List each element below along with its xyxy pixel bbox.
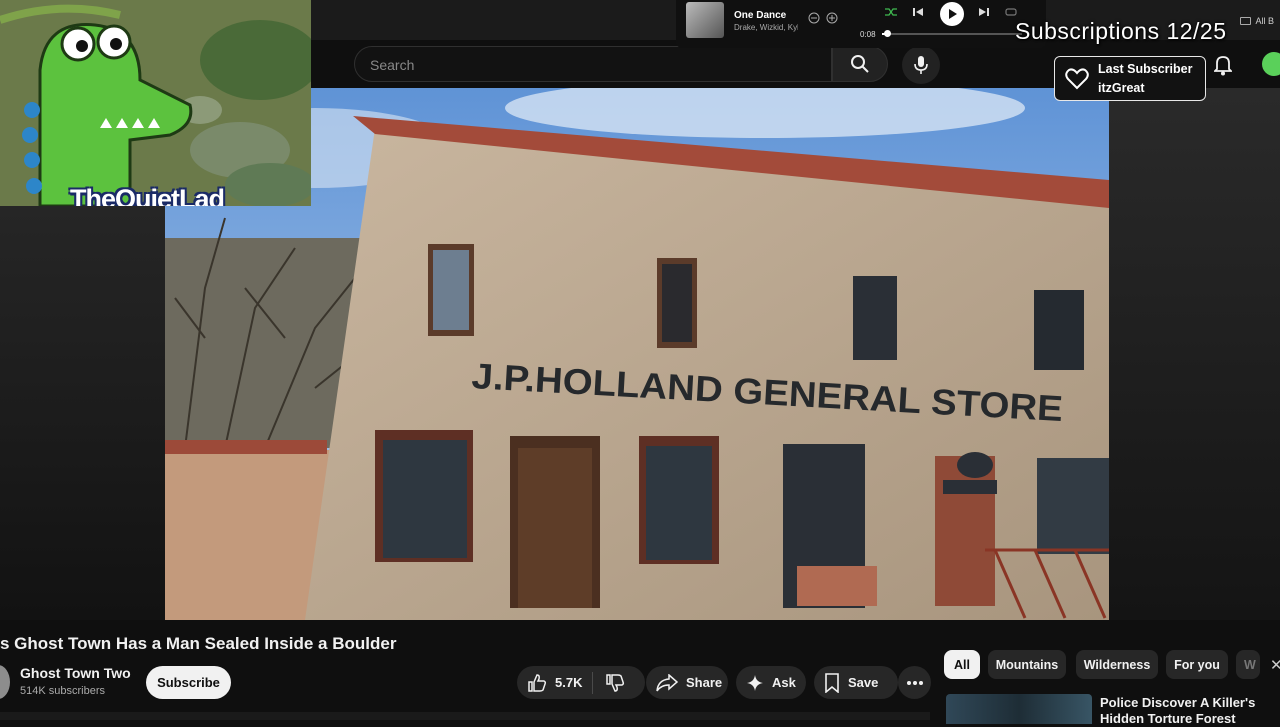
description-edge xyxy=(0,712,930,720)
music-player: One Dance Drake, Wizkid, Kyla 0:08 xyxy=(676,0,1046,48)
notifications-bell-icon[interactable] xyxy=(1212,54,1234,81)
chip-all[interactable]: All xyxy=(944,650,980,679)
sparkle-icon xyxy=(747,674,763,691)
channel-avatar[interactable] xyxy=(0,665,10,699)
save-button[interactable]: Save xyxy=(814,666,898,699)
video-title: s Ghost Town Has a Man Sealed Inside a B… xyxy=(0,634,397,653)
last-subscriber-card: Last Subscriber itzGreat xyxy=(1054,56,1206,101)
subscribe-button[interactable]: Subscribe xyxy=(146,666,231,699)
chip-wilderness[interactable]: Wilderness xyxy=(1076,650,1158,679)
chip-partial[interactable]: W xyxy=(1236,650,1260,679)
share-label: Share xyxy=(686,675,723,690)
channel-subscriber-count: 514K subscribers xyxy=(20,685,105,697)
thumbs-up-icon xyxy=(528,673,547,692)
search-button[interactable] xyxy=(832,46,888,82)
play-icon xyxy=(949,9,957,19)
bookmark-folder[interactable]: All B xyxy=(1240,16,1274,26)
folder-icon xyxy=(1240,17,1252,25)
heart-icon xyxy=(1065,68,1089,95)
like-button[interactable]: 5.7K xyxy=(517,671,593,694)
recommended-video-title[interactable]: Police Discover A Killer's Hidden Tortur… xyxy=(1100,695,1270,727)
song-artists: Drake, Wizkid, Kyla xyxy=(734,23,798,32)
ambient-background-right xyxy=(1109,88,1280,620)
more-actions-button[interactable] xyxy=(898,666,931,699)
bookmark-icon xyxy=(825,672,839,693)
chips-next-icon[interactable]: ✕ xyxy=(1270,656,1280,674)
repeat-icon[interactable] xyxy=(1004,6,1018,18)
chip-for-you[interactable]: For you xyxy=(1166,650,1228,679)
search-input[interactable]: Search xyxy=(354,46,832,82)
elapsed-time: 0:08 xyxy=(860,30,876,39)
cartoon-crocodile-avatar xyxy=(0,0,311,206)
account-avatar[interactable] xyxy=(1262,52,1280,76)
thumbs-down-icon xyxy=(606,673,625,692)
previous-icon[interactable] xyxy=(912,6,924,18)
last-subscriber-label: Last Subscriber xyxy=(1098,62,1193,76)
play-button[interactable] xyxy=(940,2,964,26)
like-dislike-group: 5.7K xyxy=(517,666,645,699)
ask-label: Ask xyxy=(772,675,796,690)
share-button[interactable]: Share xyxy=(646,666,728,699)
add-circle-icon[interactable] xyxy=(826,12,838,24)
ask-button[interactable]: Ask xyxy=(736,666,806,699)
more-horizontal-icon xyxy=(906,680,923,685)
remove-circle-icon[interactable] xyxy=(808,12,820,24)
streamer-name: TheQuietLad xyxy=(70,184,225,206)
chip-mountains[interactable]: Mountains xyxy=(988,650,1066,679)
progress-knob[interactable] xyxy=(884,30,891,37)
save-label: Save xyxy=(848,675,879,690)
shuffle-icon[interactable] xyxy=(884,6,898,18)
like-count: 5.7K xyxy=(555,675,583,690)
search-icon xyxy=(851,55,869,73)
dislike-button[interactable] xyxy=(593,673,625,693)
webcam-overlay: TheQuietLad xyxy=(0,0,311,206)
bookmark-label: All B xyxy=(1255,16,1274,26)
next-icon[interactable] xyxy=(978,6,990,18)
progress-track[interactable] xyxy=(882,33,1022,35)
channel-name[interactable]: Ghost Town Two xyxy=(20,665,131,681)
subscriptions-counter: Subscriptions 12/25 xyxy=(1015,18,1227,44)
voice-search-button[interactable] xyxy=(902,46,940,84)
last-subscriber-name: itzGreat xyxy=(1098,81,1145,95)
share-icon xyxy=(656,673,678,691)
song-title: One Dance xyxy=(734,10,787,21)
mic-icon xyxy=(914,56,928,74)
album-art xyxy=(686,2,724,38)
